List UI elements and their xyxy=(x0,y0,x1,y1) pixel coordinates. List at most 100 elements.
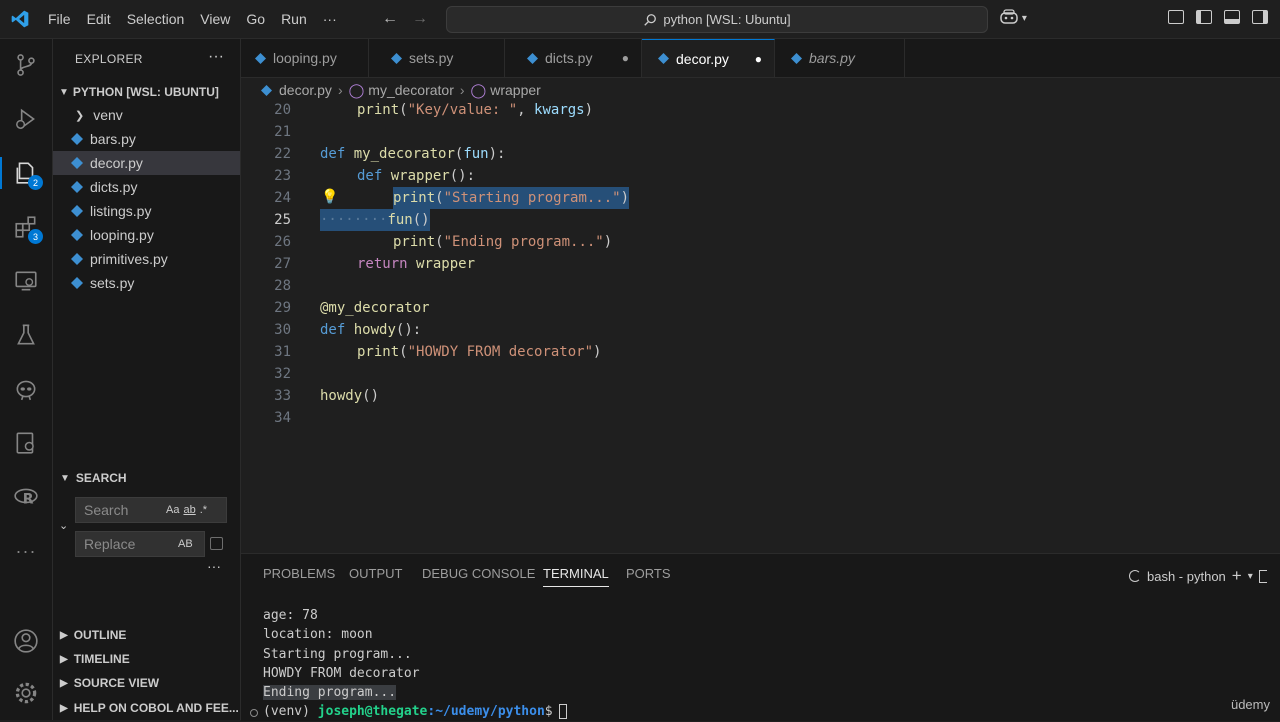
menu-file[interactable]: File xyxy=(40,11,79,27)
split-terminal-icon[interactable] xyxy=(1258,569,1267,583)
vscode-logo-icon xyxy=(11,10,29,28)
toggle-panel-icon[interactable] xyxy=(1224,10,1240,24)
tree-item-looping[interactable]: looping.py xyxy=(53,223,240,247)
line-number: 23 xyxy=(274,168,291,184)
search-input[interactable] xyxy=(82,501,162,519)
extensions-icon[interactable]: 3 xyxy=(0,205,52,249)
run-debug-icon[interactable] xyxy=(0,97,52,141)
explorer-more-icon[interactable]: ··· xyxy=(208,48,224,66)
chevron-down-icon[interactable]: ▾ xyxy=(1022,13,1027,24)
command-center[interactable]: python [WSL: Ubuntu] xyxy=(446,6,988,33)
outline-section-header[interactable]: ▶ OUTLINE xyxy=(53,624,240,646)
code-editor[interactable]: 20 print("Key/value: ", kwargs) 21 22 de… xyxy=(241,99,1280,549)
copilot-icon[interactable]: ▾ xyxy=(1000,9,1027,28)
panel-tab-output[interactable]: OUTPUT xyxy=(349,566,402,581)
timeline-title: TIMELINE xyxy=(73,652,130,666)
tab-looping[interactable]: looping.py xyxy=(241,39,369,77)
tree-item-dicts[interactable]: dicts.py xyxy=(53,175,240,199)
chevron-right-icon: ▶ xyxy=(60,677,68,689)
search-more-icon[interactable]: ··· xyxy=(207,558,221,574)
chevron-down-icon[interactable]: ▾ xyxy=(1248,571,1253,582)
explorer-title: EXPLORER xyxy=(75,52,143,66)
source-view-section-header[interactable]: ▶ SOURCE VIEW xyxy=(53,672,240,694)
lightbulb-icon[interactable]: 💡 xyxy=(321,189,338,205)
explorer-sidebar: EXPLORER ··· ▼ PYTHON [WSL: UBUNTU] ❯ ve… xyxy=(53,39,241,720)
code-line: 23 def wrapper(): xyxy=(241,165,1280,187)
tree-item-label: bars.py xyxy=(90,131,136,147)
toggle-secondary-sidebar-icon[interactable] xyxy=(1252,10,1268,24)
timeline-section-header[interactable]: ▶ TIMELINE xyxy=(53,648,240,670)
r-language-icon[interactable]: R xyxy=(0,475,52,519)
menu-go[interactable]: Go xyxy=(238,11,273,27)
tab-label: looping.py xyxy=(273,50,337,66)
match-case-toggle[interactable]: Aa xyxy=(166,504,179,516)
customize-layout-icon[interactable] xyxy=(1168,10,1184,24)
regex-toggle[interactable]: .* xyxy=(200,504,207,516)
panel-tab-ports[interactable]: PORTS xyxy=(626,566,671,581)
tab-decor[interactable]: decor.py ● xyxy=(642,39,775,77)
workspace-folder[interactable]: ▼ PYTHON [WSL: UBUNTU] xyxy=(53,81,240,103)
source-control-icon[interactable] xyxy=(0,43,52,87)
tree-item-decor[interactable]: decor.py xyxy=(53,151,240,175)
panel-tab-problems[interactable]: PROBLEMS xyxy=(263,566,335,581)
code-token: print xyxy=(393,234,436,250)
terminal-prompt: (venv) joseph@thegate:~/udemy/python$ xyxy=(263,702,567,721)
code-text: ········fun() xyxy=(320,209,430,231)
alien-extension-icon[interactable] xyxy=(0,367,52,411)
line-number: 28 xyxy=(274,278,291,294)
back-arrow-icon[interactable]: ← xyxy=(382,10,398,28)
toggle-replace-chevron-icon[interactable]: ⌄ xyxy=(59,519,68,532)
search-section-header[interactable]: ▼ SEARCH xyxy=(53,467,240,489)
toggle-primary-sidebar-icon[interactable] xyxy=(1196,10,1212,24)
tree-item-sets[interactable]: sets.py xyxy=(53,271,240,295)
breadcrumb: decor.py › ◯ my_decorator › ◯ wrapper xyxy=(241,79,1280,101)
replace-all-icon[interactable] xyxy=(210,537,223,550)
tree-item-listings[interactable]: listings.py xyxy=(53,199,240,223)
python-file-icon xyxy=(71,157,83,169)
testing-flask-icon[interactable] xyxy=(0,313,52,357)
docker-settings-icon[interactable] xyxy=(0,421,52,465)
tab-label: decor.py xyxy=(676,50,729,67)
tab-sets[interactable]: sets.py xyxy=(369,39,505,77)
preserve-case-toggle[interactable]: AB xyxy=(178,538,193,550)
help-cobol-section-header[interactable]: ▶ HELP ON COBOL AND FEE... xyxy=(53,697,240,719)
breadcrumb-file[interactable]: decor.py xyxy=(279,82,332,98)
account-icon[interactable] xyxy=(0,619,52,663)
tree-item-venv[interactable]: ❯ venv xyxy=(53,103,240,127)
function-symbol-icon: ◯ xyxy=(470,81,487,98)
panel-tab-terminal[interactable]: TERMINAL xyxy=(543,566,609,587)
unsaved-dot-icon[interactable]: ● xyxy=(622,51,629,65)
menu-view[interactable]: View xyxy=(192,11,238,27)
terminal-instance[interactable]: bash - python + ▾ xyxy=(1129,566,1267,586)
code-line: 26 print("Ending program...") xyxy=(241,231,1280,253)
explorer-icon[interactable]: 2 xyxy=(0,151,52,195)
code-token: return xyxy=(357,256,408,272)
code-text: return wrapper xyxy=(357,253,475,275)
tree-item-bars[interactable]: bars.py xyxy=(53,127,240,151)
source-view-title: SOURCE VIEW xyxy=(73,676,160,690)
manage-gear-icon[interactable] xyxy=(0,671,52,715)
forward-arrow-icon[interactable]: → xyxy=(412,10,428,28)
code-line: 20 print("Key/value: ", kwargs) xyxy=(241,99,1280,121)
breadcrumb-function[interactable]: my_decorator xyxy=(368,82,454,98)
tab-bars[interactable]: bars.py xyxy=(775,39,905,77)
new-terminal-plus-icon[interactable]: + xyxy=(1232,566,1242,586)
match-word-toggle[interactable]: ab xyxy=(183,504,195,516)
replace-input[interactable] xyxy=(82,535,174,553)
terminal-output[interactable]: age: 78 location: moon Starting program.… xyxy=(263,606,567,722)
code-line: 31 print("HOWDY FROM decorator") xyxy=(241,341,1280,363)
activity-bar: 2 3 R ··· xyxy=(0,39,53,720)
remote-explorer-icon[interactable] xyxy=(0,259,52,303)
menu-selection[interactable]: Selection xyxy=(119,11,193,27)
breadcrumb-inner-function[interactable]: wrapper xyxy=(490,82,541,98)
tab-dicts[interactable]: dicts.py ● xyxy=(505,39,642,77)
unsaved-dot-icon[interactable]: ● xyxy=(755,52,762,66)
tree-item-primitives[interactable]: primitives.py xyxy=(53,247,240,271)
more-views-icon[interactable]: ··· xyxy=(0,529,52,573)
menu-more[interactable]: ··· xyxy=(315,11,345,27)
panel-tab-debug-console[interactable]: DEBUG CONSOLE xyxy=(422,566,535,581)
terminal-line: Starting program... xyxy=(263,646,412,662)
menu-run[interactable]: Run xyxy=(273,11,315,27)
menu-edit[interactable]: Edit xyxy=(79,11,119,27)
tab-label: bars.py xyxy=(809,50,855,66)
